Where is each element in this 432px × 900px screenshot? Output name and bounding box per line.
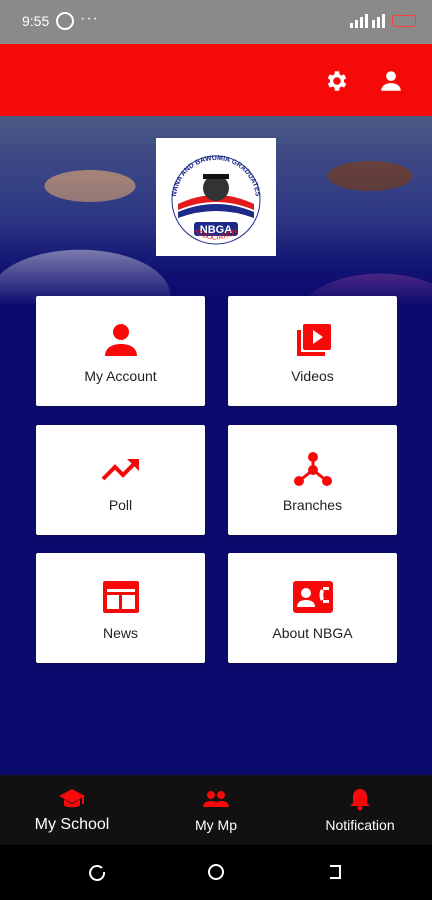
people-icon — [203, 791, 229, 807]
status-time: 9:55 — [22, 13, 50, 29]
nav-my-mp[interactable]: My Mp — [144, 775, 288, 845]
system-navigation-bar — [0, 845, 432, 900]
home-icon[interactable] — [207, 863, 225, 881]
nav-notification[interactable]: Notification — [288, 775, 432, 845]
whatsapp-icon — [56, 12, 74, 30]
tile-label: About NBGA — [272, 625, 353, 641]
tile-videos[interactable]: Videos — [228, 296, 397, 406]
tile-label: Branches — [282, 497, 343, 513]
news-icon — [102, 581, 139, 613]
tile-branches[interactable]: Branches — [228, 425, 397, 535]
app-bar — [0, 44, 432, 116]
tile-label: News — [102, 625, 138, 641]
status-bar: 9:55 ··· — [0, 0, 432, 44]
trending-up-icon — [101, 459, 139, 481]
nav-my-school[interactable]: My School — [0, 775, 144, 845]
user-icon[interactable] — [378, 68, 404, 94]
contact-card-icon — [292, 581, 333, 613]
bell-icon — [350, 789, 370, 811]
tile-about-nbga[interactable]: About NBGA — [228, 553, 397, 663]
nav-label: My School — [34, 816, 110, 833]
tile-my-account[interactable]: My Account — [36, 296, 205, 406]
nav-label: My Mp — [195, 817, 237, 833]
tile-label: My Account — [84, 368, 157, 384]
battery-icon — [392, 15, 416, 27]
nbga-logo: NBGA NANA AND BAWUMIA GRADUATES ASSOCIAT… — [156, 138, 276, 256]
bottom-navigation: My School My Mp Notification — [0, 775, 432, 845]
tile-news[interactable]: News — [36, 553, 205, 663]
account-icon — [104, 324, 137, 356]
more-notifications-icon: ··· — [80, 10, 99, 27]
back-icon[interactable] — [327, 863, 345, 881]
tile-label: Videos — [291, 368, 334, 384]
graduation-cap-icon — [59, 789, 85, 808]
recents-icon[interactable] — [88, 863, 106, 881]
tile-label: Poll — [108, 497, 133, 513]
tile-poll[interactable]: Poll — [36, 425, 205, 535]
gear-icon[interactable] — [324, 68, 350, 94]
nav-label: Notification — [325, 817, 395, 833]
branches-icon — [293, 452, 332, 486]
signal-icon — [350, 14, 385, 28]
video-library-icon — [296, 324, 331, 356]
hero-banner: NBGA NANA AND BAWUMIA GRADUATES ASSOCIAT… — [0, 116, 432, 306]
